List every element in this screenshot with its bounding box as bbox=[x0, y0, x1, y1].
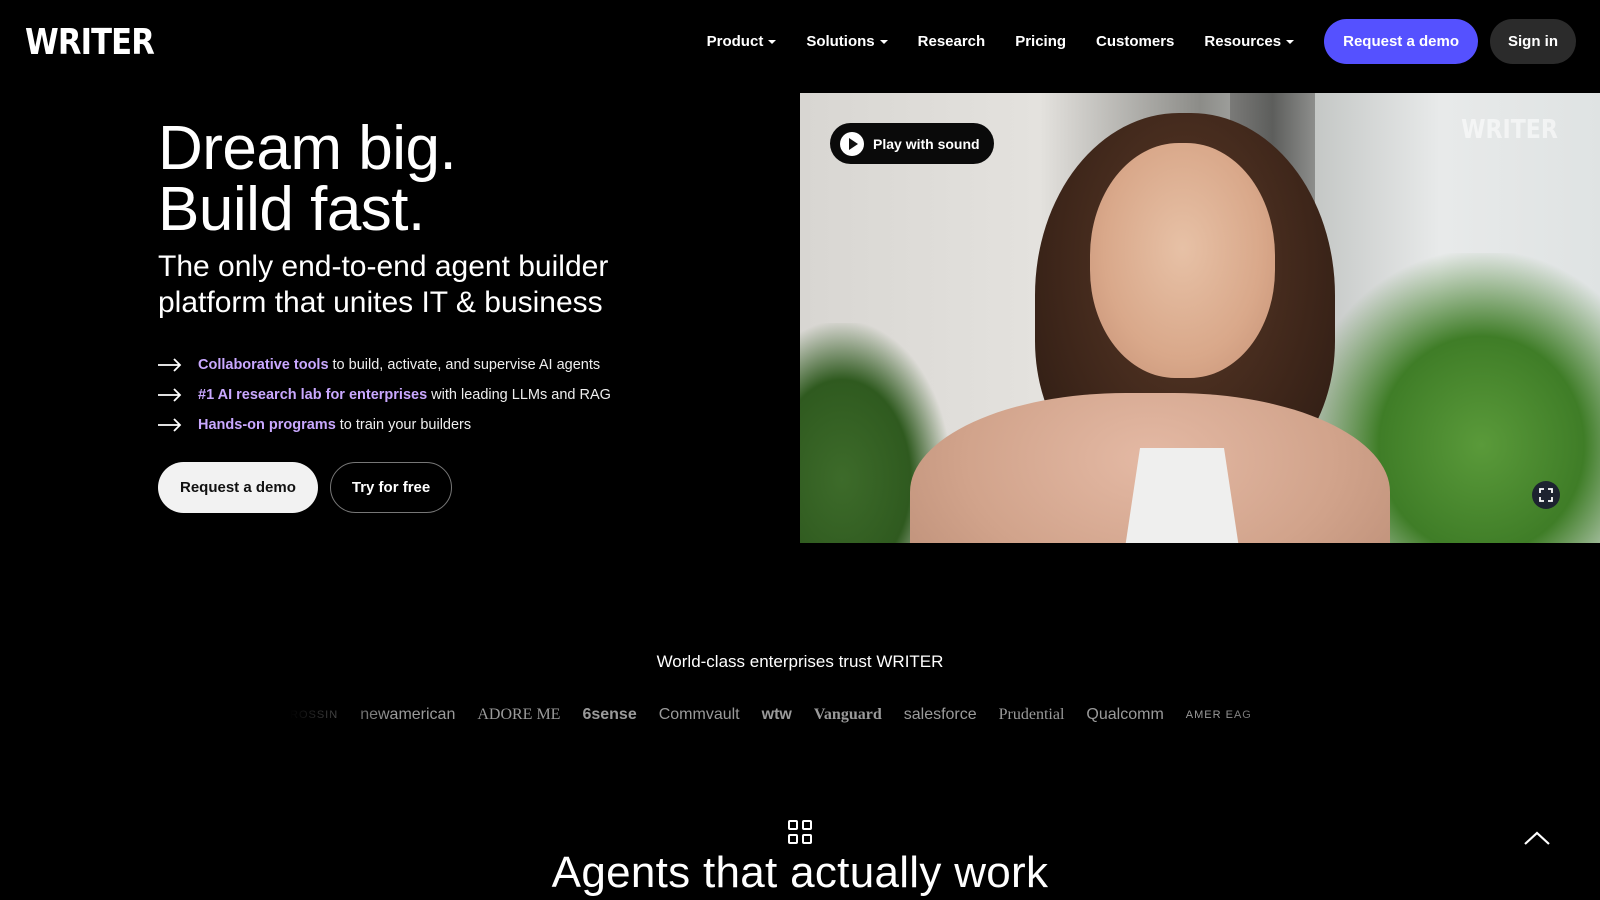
feature-highlight[interactable]: Hands-on programs bbox=[198, 417, 336, 433]
nav-pricing[interactable]: Pricing bbox=[1015, 18, 1066, 64]
nav-product-label: Product bbox=[706, 32, 764, 50]
nav-solutions[interactable]: Solutions bbox=[806, 18, 888, 64]
play-with-sound-button[interactable]: Play with sound bbox=[830, 123, 994, 164]
feature-text: to build, activate, and supervise AI age… bbox=[332, 357, 601, 373]
video-watermark-logo: WRITER bbox=[1461, 115, 1558, 145]
chevron-down-icon bbox=[879, 40, 888, 44]
hero-request-demo-button[interactable]: Request a demo bbox=[158, 462, 318, 513]
play-icon bbox=[840, 131, 864, 156]
hero-video[interactable]: Play with sound WRITER bbox=[800, 93, 1600, 543]
request-demo-button[interactable]: Request a demo bbox=[1324, 18, 1478, 64]
fullscreen-icon[interactable] bbox=[1532, 481, 1560, 509]
main-nav: Product Solutions Research Pricing Custo… bbox=[707, 18, 1576, 64]
feature-text: with leading LLMs and RAG bbox=[431, 387, 611, 403]
feature-highlight[interactable]: #1 AI research lab for enterprises bbox=[198, 387, 427, 403]
hero-cta-group: Request a demo Try for free bbox=[158, 462, 453, 513]
hero-subtitle: The only end-to-end agent builder platfo… bbox=[158, 250, 609, 319]
nav-research-label: Research bbox=[917, 32, 986, 50]
feature-list: Collaborative tools to build, activate, … bbox=[158, 350, 611, 440]
feature-highlight[interactable]: Collaborative tools bbox=[198, 357, 329, 373]
hero-title-line2: Build fast. bbox=[158, 175, 425, 244]
nav-resources[interactable]: Resources bbox=[1204, 18, 1295, 64]
customer-logo: ADORE ME bbox=[477, 706, 561, 723]
trust-heading: World-class enterprises trust WRITER bbox=[656, 652, 944, 671]
customer-logo: Qualcomm bbox=[1086, 706, 1164, 723]
video-person-face bbox=[1090, 143, 1275, 378]
sign-in-button[interactable]: Sign in bbox=[1490, 18, 1576, 64]
scroll-to-top-icon[interactable] bbox=[1523, 828, 1551, 848]
customer-logo: Vanguard bbox=[813, 706, 882, 723]
feature-text: to train your builders bbox=[339, 417, 472, 433]
chevron-down-icon bbox=[1286, 40, 1295, 44]
nav-customers-label: Customers bbox=[1096, 32, 1175, 50]
customer-logo: newamerican bbox=[360, 706, 456, 723]
arrow-right-icon bbox=[158, 388, 184, 402]
customer-logo: ROSSIN bbox=[290, 709, 339, 721]
customer-logo-strip: ROSSIN newamerican ADORE ME 6sense Commv… bbox=[290, 700, 1325, 730]
customer-logo: AMER EAG bbox=[1185, 709, 1252, 721]
nav-solutions-label: Solutions bbox=[806, 32, 875, 50]
nav-resources-label: Resources bbox=[1204, 32, 1282, 50]
list-item: Hands-on programs to train your builders bbox=[158, 410, 611, 440]
customer-logo: salesforce bbox=[903, 706, 977, 723]
nav-product[interactable]: Product bbox=[707, 18, 777, 64]
play-label: Play with sound bbox=[873, 135, 980, 152]
customer-logo: wtw bbox=[761, 706, 792, 723]
customer-logo: Commvault bbox=[658, 706, 740, 723]
nav-research[interactable]: Research bbox=[918, 18, 986, 64]
list-item: #1 AI research lab for enterprises with … bbox=[158, 380, 611, 410]
grid-icon bbox=[788, 820, 812, 844]
try-for-free-button[interactable]: Try for free bbox=[329, 462, 453, 513]
nav-pricing-label: Pricing bbox=[1015, 32, 1067, 50]
writer-logo[interactable]: WRITER bbox=[25, 22, 155, 63]
arrow-right-icon bbox=[158, 418, 184, 432]
arrow-right-icon bbox=[158, 358, 184, 372]
customer-logo: Prudential bbox=[998, 706, 1065, 723]
nav-customers[interactable]: Customers bbox=[1096, 18, 1174, 64]
chevron-down-icon bbox=[768, 40, 777, 44]
customer-logo: 6sense bbox=[582, 706, 637, 723]
hero-title-line1: Dream big. bbox=[158, 114, 457, 183]
hero-title: Dream big. Build fast. bbox=[158, 118, 457, 241]
video-person-shirt bbox=[1122, 448, 1242, 543]
list-item: Collaborative tools to build, activate, … bbox=[158, 350, 611, 380]
agents-section-title: Agents that actually work bbox=[551, 848, 1049, 897]
